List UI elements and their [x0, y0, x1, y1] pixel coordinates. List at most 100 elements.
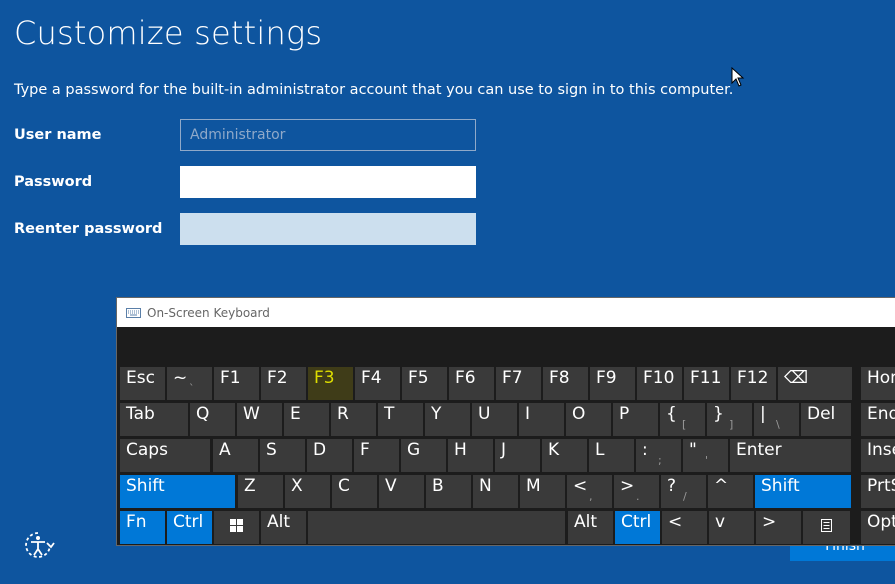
key-m[interactable]: M — [520, 475, 565, 508]
key-esc[interactable]: Esc — [120, 367, 165, 400]
key-f3[interactable]: F3 — [308, 367, 353, 400]
key-r[interactable]: R — [331, 403, 376, 436]
key-label: H — [454, 440, 467, 460]
key-k[interactable]: K — [542, 439, 587, 472]
key-o[interactable]: O — [566, 403, 611, 436]
key-b[interactable]: B — [426, 475, 471, 508]
key-f7[interactable]: F7 — [496, 367, 541, 400]
key-label: W — [243, 404, 260, 424]
key-p[interactable]: P — [613, 403, 658, 436]
osk-title: On-Screen Keyboard — [147, 305, 270, 320]
key-label: Shift — [126, 476, 165, 496]
key-label: Home — [867, 368, 895, 388]
key-down-arrow[interactable]: v — [709, 511, 754, 544]
key-f11[interactable]: F11 — [684, 367, 729, 400]
key-f9[interactable]: F9 — [590, 367, 635, 400]
key-f10[interactable]: F10 — [637, 367, 682, 400]
key-s[interactable]: S — [260, 439, 305, 472]
key-label: Options — [867, 512, 895, 532]
key--[interactable]: :; — [636, 439, 681, 472]
key-z[interactable]: Z — [238, 475, 283, 508]
key-h[interactable]: H — [448, 439, 493, 472]
user-name-field[interactable] — [180, 119, 476, 151]
key-f6[interactable]: F6 — [449, 367, 494, 400]
key-f12[interactable]: F12 — [731, 367, 776, 400]
key-fn[interactable]: Fn — [120, 511, 165, 544]
key-label: Ctrl — [173, 512, 204, 532]
key--[interactable]: {[ — [660, 403, 705, 436]
key--[interactable]: " ' — [683, 439, 728, 472]
key--[interactable]: ~ ` — [167, 367, 212, 400]
key-i[interactable]: I — [519, 403, 564, 436]
key--[interactable]: }] — [707, 403, 752, 436]
key-label: J — [501, 440, 507, 460]
key-l[interactable]: L — [589, 439, 634, 472]
key-e[interactable]: E — [284, 403, 329, 436]
key-prtscn[interactable]: PrtScn — [861, 475, 895, 508]
key-left-arrow[interactable]: < — [662, 511, 707, 544]
key-context-menu[interactable] — [803, 511, 850, 544]
key-w[interactable]: W — [237, 403, 282, 436]
key-v[interactable]: V — [379, 475, 424, 508]
key-g[interactable]: G — [401, 439, 446, 472]
key-label: X — [291, 476, 303, 496]
key--[interactable]: | \ — [754, 403, 799, 436]
key-label: A — [219, 440, 231, 460]
key-t[interactable]: T — [378, 403, 423, 436]
key-j[interactable]: J — [495, 439, 540, 472]
key-label: F1 — [220, 368, 241, 388]
key-f5[interactable]: F5 — [402, 367, 447, 400]
key-a[interactable]: A — [213, 439, 258, 472]
key-label: O — [572, 404, 586, 424]
key-label: v — [715, 512, 726, 532]
key--[interactable]: <, — [567, 475, 612, 508]
key-d[interactable]: D — [307, 439, 352, 472]
key-tab[interactable]: Tab — [120, 403, 188, 436]
key-f[interactable]: F — [354, 439, 399, 472]
key-right-shift[interactable]: Shift — [755, 475, 851, 508]
key-y[interactable]: Y — [425, 403, 470, 436]
key--[interactable]: >. — [614, 475, 659, 508]
mouse-pointer-icon — [731, 66, 745, 91]
key-label: G — [407, 440, 421, 460]
key-ctrl[interactable]: Ctrl — [167, 511, 212, 544]
key-n[interactable]: N — [473, 475, 518, 508]
keyboard-icon — [126, 307, 141, 318]
key-alt[interactable]: Alt — [261, 511, 306, 544]
key-caps[interactable]: Caps — [120, 439, 210, 472]
key-options[interactable]: Options — [861, 511, 895, 544]
password-field[interactable] — [180, 166, 476, 198]
key-f8[interactable]: F8 — [543, 367, 588, 400]
key-label: F — [360, 440, 370, 460]
key-q[interactable]: Q — [190, 403, 235, 436]
key-up-arrow[interactable]: ^ — [708, 475, 753, 508]
key-secondary-label: \ — [776, 418, 780, 431]
key-right-arrow[interactable]: > — [756, 511, 801, 544]
osk-titlebar[interactable]: On-Screen Keyboard — [117, 298, 895, 327]
key--[interactable]: ? / — [661, 475, 706, 508]
reenter-password-field[interactable] — [180, 213, 476, 245]
key-u[interactable]: U — [472, 403, 517, 436]
key-c[interactable]: C — [332, 475, 377, 508]
key-shift[interactable]: Shift — [120, 475, 235, 508]
key-home[interactable]: Home — [861, 367, 895, 400]
key-backspace[interactable]: ⌫ — [778, 367, 852, 400]
key-f4[interactable]: F4 — [355, 367, 400, 400]
key-insert[interactable]: Insert — [861, 439, 895, 472]
key-enter[interactable]: Enter — [730, 439, 851, 472]
key-space[interactable] — [308, 511, 565, 544]
key-label: R — [337, 404, 349, 424]
key-end[interactable]: End — [861, 403, 895, 436]
key-f2[interactable]: F2 — [261, 367, 306, 400]
key-windows[interactable] — [214, 511, 259, 544]
key-x[interactable]: X — [285, 475, 330, 508]
key-right-ctrl[interactable]: Ctrl — [615, 511, 660, 544]
key-f1[interactable]: F1 — [214, 367, 259, 400]
key-right-alt[interactable]: Alt — [568, 511, 613, 544]
ease-of-access-icon[interactable] — [21, 529, 55, 565]
key-label: Insert — [867, 440, 895, 460]
key-label: Q — [196, 404, 210, 424]
key-del[interactable]: Del — [801, 403, 851, 436]
key-label: F7 — [502, 368, 523, 388]
key-label: F4 — [361, 368, 382, 388]
